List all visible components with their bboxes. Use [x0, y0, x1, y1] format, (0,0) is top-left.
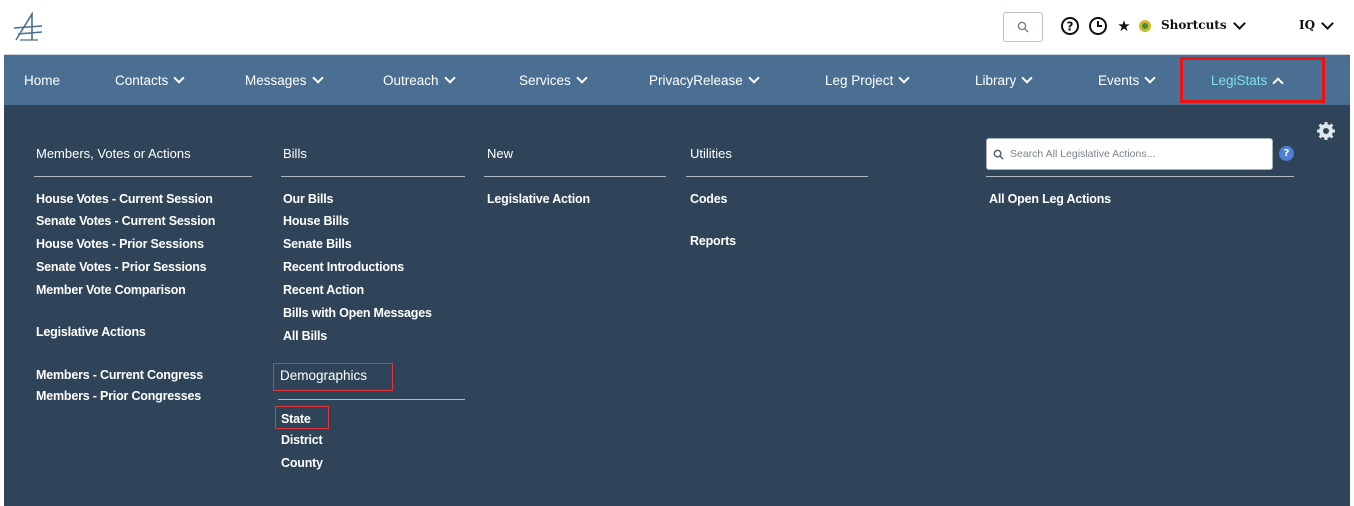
link-members-prior[interactable]: Members - Prior Congresses	[36, 389, 201, 403]
chevron-down-icon	[1144, 71, 1156, 84]
col-heading-bills: Bills	[283, 146, 307, 161]
link-our-bills[interactable]: Our Bills	[283, 192, 333, 206]
link-members-current[interactable]: Members - Current Congress	[36, 368, 203, 382]
link-senate-votes-current[interactable]: Senate Votes - Current Session	[36, 214, 215, 228]
app-logo-icon[interactable]	[12, 10, 46, 44]
divider	[278, 399, 465, 400]
chevron-down-icon	[748, 71, 760, 84]
nav-outreach[interactable]: Outreach	[383, 55, 456, 105]
divider	[686, 176, 868, 177]
link-all-open-leg-actions[interactable]: All Open Leg Actions	[989, 192, 1111, 206]
search-input[interactable]	[1008, 147, 1262, 161]
nav-label: Contacts	[115, 72, 169, 88]
nav-events[interactable]: Events	[1098, 55, 1156, 105]
nav-contacts[interactable]: Contacts	[115, 55, 185, 105]
nav-privacy-release[interactable]: PrivacyRelease	[649, 55, 760, 105]
chevron-down-icon	[576, 71, 588, 84]
chevron-down-icon	[898, 71, 910, 84]
highlight-box	[1180, 57, 1325, 103]
link-legislative-actions[interactable]: Legislative Actions	[36, 325, 146, 339]
link-house-votes-prior[interactable]: House Votes - Prior Sessions	[36, 237, 204, 251]
chevron-down-icon	[1321, 16, 1334, 30]
divider	[986, 176, 1294, 177]
global-search-button[interactable]	[1003, 12, 1043, 42]
link-demographics-district[interactable]: District	[281, 433, 323, 447]
link-demographics-county[interactable]: County	[281, 456, 323, 470]
link-reports[interactable]: Reports	[690, 234, 736, 248]
search-icon	[993, 149, 1004, 160]
link-senate-bills[interactable]: Senate Bills	[283, 237, 352, 251]
search-icon	[1017, 21, 1029, 33]
shortcuts-label: Shortcuts	[1161, 18, 1227, 32]
gear-icon[interactable]	[1316, 121, 1336, 141]
link-senate-votes-prior[interactable]: Senate Votes - Prior Sessions	[36, 260, 207, 274]
legislative-action-search[interactable]	[986, 138, 1273, 170]
alert-badge-icon[interactable]	[1136, 14, 1154, 38]
help-icon[interactable]: ?	[1279, 146, 1294, 161]
link-recent-introductions[interactable]: Recent Introductions	[283, 260, 404, 274]
link-codes[interactable]: Codes	[690, 192, 727, 206]
nav-label: Events	[1098, 72, 1140, 88]
chevron-down-icon	[1232, 16, 1246, 30]
nav-label: Library	[975, 72, 1017, 88]
nav-library[interactable]: Library	[975, 55, 1033, 105]
nav-label: Outreach	[383, 72, 439, 88]
link-recent-action[interactable]: Recent Action	[283, 283, 364, 297]
col-heading-new: New	[487, 146, 514, 161]
nav-home[interactable]: Home	[24, 55, 60, 105]
divider	[484, 176, 666, 177]
user-menu[interactable]: IQ	[1299, 16, 1334, 32]
svg-text:?: ?	[1067, 20, 1074, 34]
help-icon[interactable]: ?	[1059, 14, 1081, 38]
nav-leg-project[interactable]: Leg Project	[825, 55, 910, 105]
nav-label: PrivacyRelease	[649, 72, 743, 88]
link-all-bills[interactable]: All Bills	[283, 329, 327, 343]
link-member-vote-comparison[interactable]: Member Vote Comparison	[36, 283, 186, 297]
chevron-down-icon	[443, 71, 456, 84]
shortcuts-menu[interactable]: Shortcuts	[1161, 16, 1246, 32]
link-house-bills[interactable]: House Bills	[283, 214, 349, 228]
col-heading-utilities: Utilities	[690, 146, 732, 161]
nav-label: Messages	[245, 72, 307, 88]
highlight-box	[275, 406, 329, 429]
nav-messages[interactable]: Messages	[245, 55, 324, 105]
divider	[34, 176, 252, 177]
link-house-votes-current[interactable]: House Votes - Current Session	[36, 192, 213, 206]
chevron-down-icon	[311, 71, 324, 84]
nav-services[interactable]: Services	[519, 55, 588, 105]
user-label: IQ	[1299, 18, 1316, 32]
nav-label: Home	[24, 72, 61, 88]
nav-label: Services	[519, 72, 571, 88]
chevron-down-icon	[1021, 71, 1033, 84]
chevron-down-icon	[173, 71, 185, 84]
nav-label: Leg Project	[825, 72, 894, 88]
highlight-box	[273, 363, 393, 391]
divider	[281, 176, 465, 177]
history-icon[interactable]	[1087, 14, 1109, 38]
link-legislative-action[interactable]: Legislative Action	[487, 192, 590, 206]
link-bills-open-messages[interactable]: Bills with Open Messages	[283, 306, 432, 320]
col-heading-members: Members, Votes or Actions	[36, 146, 191, 161]
star-icon[interactable]: ★	[1115, 14, 1133, 38]
